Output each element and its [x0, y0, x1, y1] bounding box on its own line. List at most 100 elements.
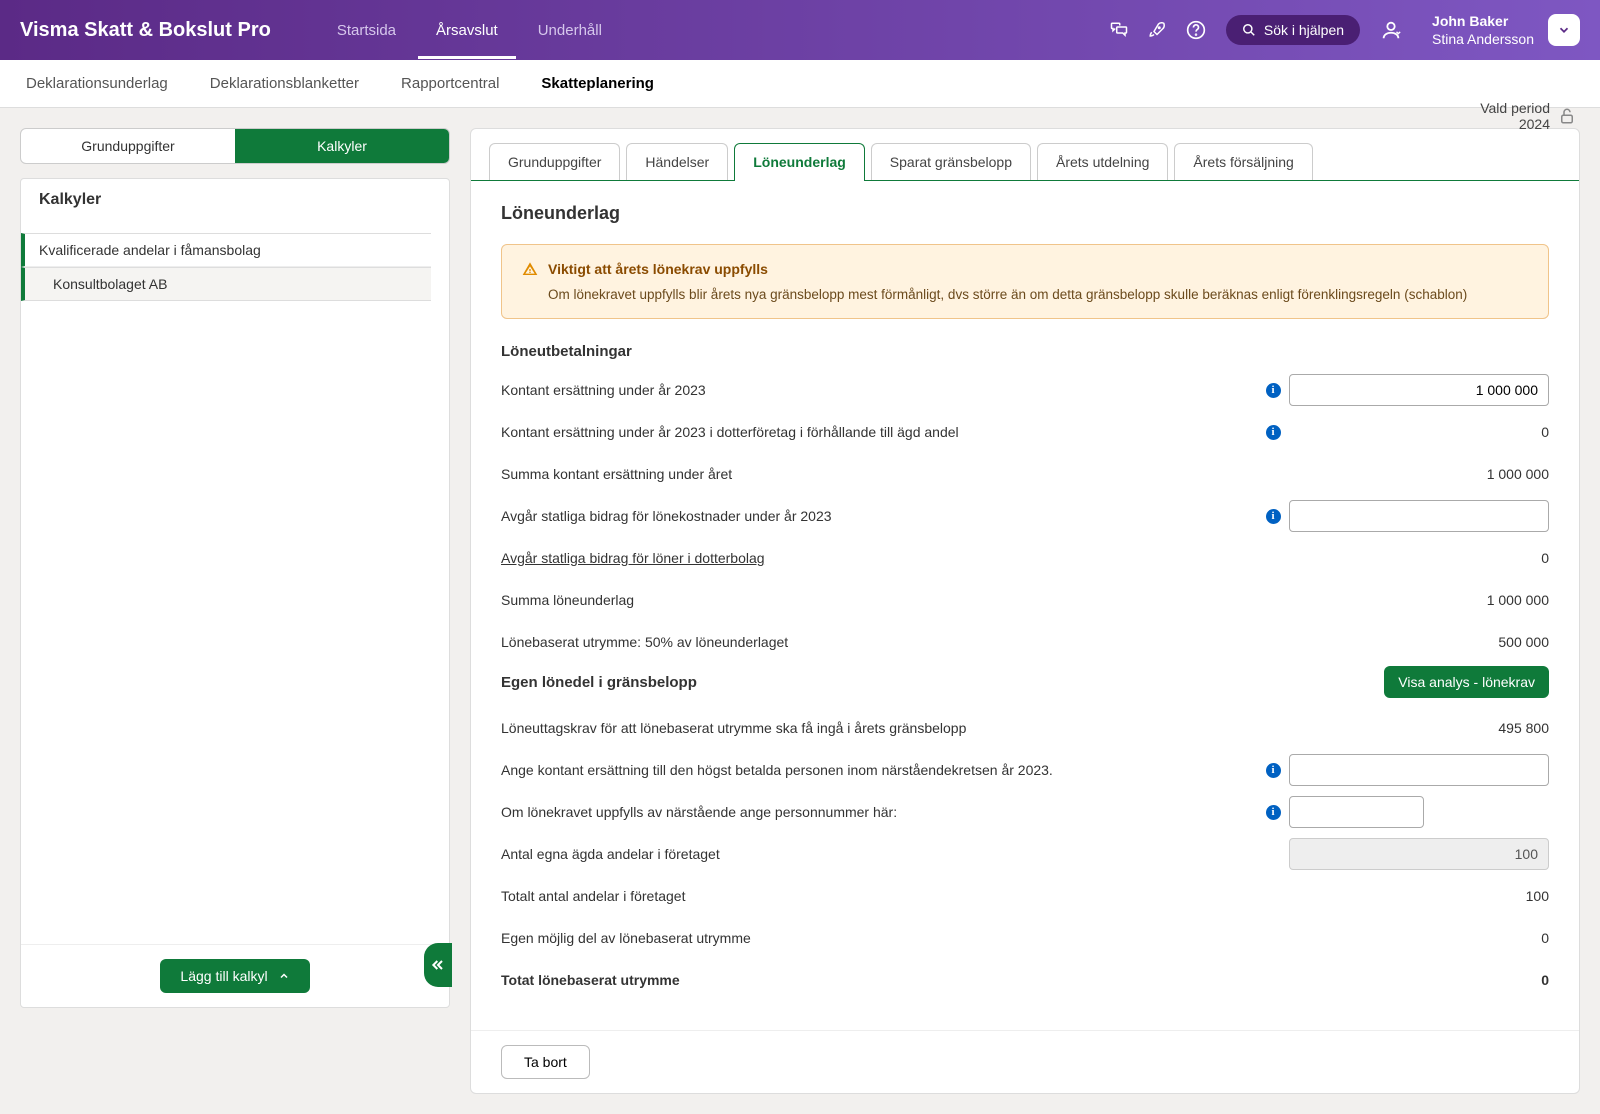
top-header: Visma Skatt & Bokslut Pro Startsida Årsa… [0, 0, 1600, 60]
section2-header: Egen lönedel i gränsbelopp Visa analys -… [501, 666, 1549, 698]
add-calc-button[interactable]: Lägg till kalkyl [160, 959, 309, 993]
remove-button[interactable]: Ta bort [501, 1045, 590, 1079]
add-calc-footer: Lägg till kalkyl [21, 944, 449, 1007]
brand-title: Visma Skatt & Bokslut Pro [20, 19, 271, 42]
row-label: Om lönekravet uppfylls av närstående ang… [501, 804, 1257, 820]
info-icon[interactable]: i [1266, 509, 1281, 524]
input-personnummer[interactable] [1289, 796, 1424, 828]
row-loneuttagskrav: Löneuttagskrav för att lönebaserat utrym… [501, 710, 1549, 746]
row-label: Löneuttagskrav för att lönebaserat utrym… [501, 720, 1257, 736]
row-value: 100 [1289, 888, 1549, 904]
add-calc-label: Lägg till kalkyl [180, 968, 267, 984]
info-icon[interactable]: i [1266, 425, 1281, 440]
search-help-button[interactable]: Sök i hjälpen [1226, 15, 1360, 45]
toggle-grunduppgifter[interactable]: Grunduppgifter [21, 129, 235, 163]
feedback-icon[interactable] [1110, 21, 1128, 39]
warning-icon [522, 261, 538, 277]
period-value: 2024 [1480, 116, 1550, 132]
row-label: Lönebaserat utrymme: 50% av löneunderlag… [501, 634, 1257, 650]
info-icon[interactable]: i [1266, 763, 1281, 778]
row-totat-lonebaserat: Totat lönebaserat utrymme 0 [501, 962, 1549, 998]
toggle-kalkyler[interactable]: Kalkyler [235, 129, 449, 163]
search-icon [1242, 23, 1256, 37]
alert-title-row: Viktigt att årets lönekrav uppfylls [522, 261, 1528, 277]
header-icons: Sök i hjälpen John Baker Stina Andersson [1110, 12, 1580, 48]
subnav-deklarationsunderlag[interactable]: Deklarationsunderlag [20, 60, 174, 107]
left-column: Grunduppgifter Kalkyler Kalkyler Kvalifi… [20, 128, 450, 1008]
subnav-rapportcentral[interactable]: Rapportcentral [395, 60, 505, 107]
remove-button-wrap: Ta bort [471, 1030, 1579, 1093]
sub-nav: Deklarationsunderlag Deklarationsblanket… [0, 60, 1600, 108]
row-label: Ange kontant ersättning till den högst b… [501, 762, 1257, 778]
user-names: John Baker Stina Andersson [1432, 12, 1534, 48]
info-icon[interactable]: i [1266, 805, 1281, 820]
row-value: 1 000 000 [1289, 592, 1549, 608]
primary-nav: Startsida Årsavslut Underhåll [319, 2, 620, 59]
search-help-label: Sök i hjälpen [1264, 22, 1344, 38]
row-label: Totalt antal andelar i företaget [501, 888, 1257, 904]
row-label: Egen möjlig del av lönebaserat utrymme [501, 930, 1257, 946]
row-value: 0 [1289, 972, 1549, 988]
subnav-deklarationsblanketter[interactable]: Deklarationsblanketter [204, 60, 365, 107]
chevron-down-icon [1557, 23, 1571, 37]
calc-sidebar: Kalkyler Kvalificerade andelar i fåmansb… [20, 178, 450, 1008]
user-secondary: Stina Andersson [1432, 30, 1534, 48]
tree-item-konsultbolaget[interactable]: Konsultbolaget AB [21, 267, 431, 301]
row-value: 1 000 000 [1289, 466, 1549, 482]
page-title: Löneunderlag [501, 203, 1549, 224]
nav-arsavslut[interactable]: Årsavslut [418, 2, 516, 59]
info-icon[interactable]: i [1266, 383, 1281, 398]
tab-loneunderlag[interactable]: Löneunderlag [734, 143, 865, 180]
row-label: Kontant ersättning under år 2023 i dotte… [501, 424, 1257, 440]
row-summa-loneunderlag: Summa löneunderlag 1 000 000 [501, 582, 1549, 618]
visa-analys-button[interactable]: Visa analys - lönekrav [1384, 666, 1549, 698]
row-value: 0 [1289, 550, 1549, 566]
input-avgar-bidrag[interactable] [1289, 500, 1549, 532]
user-menu-toggle[interactable] [1548, 14, 1580, 46]
alert-title: Viktigt att årets lönekrav uppfylls [548, 261, 768, 277]
unlock-icon[interactable] [1558, 107, 1576, 125]
row-egna-andelar: Antal egna ägda andelar i företaget [501, 836, 1549, 872]
collapse-sidebar-button[interactable] [424, 943, 452, 987]
row-label: Kontant ersättning under år 2023 [501, 382, 1257, 398]
subnav-skatteplanering[interactable]: Skatteplanering [535, 60, 660, 107]
row-label: Avgår statliga bidrag för lönekostnader … [501, 508, 1257, 524]
row-value: 500 000 [1289, 634, 1549, 650]
row-label: Totat lönebaserat utrymme [501, 972, 1257, 988]
row-avgar-bidrag: Avgår statliga bidrag för lönekostnader … [501, 498, 1549, 534]
main-layout: Grunduppgifter Kalkyler Kalkyler Kvalifi… [0, 108, 1600, 1114]
tab-sparat-gransbelopp[interactable]: Sparat gränsbelopp [871, 143, 1031, 180]
alert-body: Om lönekravet uppfylls blir årets nya gr… [548, 287, 1528, 302]
input-egna-andelar [1289, 838, 1549, 870]
row-value: 495 800 [1289, 720, 1549, 736]
nav-underhall[interactable]: Underhåll [520, 2, 620, 59]
input-ange-kontant[interactable] [1289, 754, 1549, 786]
nav-startsida[interactable]: Startsida [319, 2, 414, 59]
user-icon[interactable] [1380, 19, 1402, 41]
section2-title: Egen lönedel i gränsbelopp [501, 674, 697, 691]
row-value: 0 [1289, 930, 1549, 946]
row-label: Summa kontant ersättning under året [501, 466, 1257, 482]
row-summa-kontant: Summa kontant ersättning under året 1 00… [501, 456, 1549, 492]
rocket-icon[interactable] [1148, 21, 1166, 39]
input-kontant-2023[interactable] [1289, 374, 1549, 406]
user-primary: John Baker [1432, 12, 1534, 30]
chevron-left-double-icon [430, 957, 446, 973]
row-label: Antal egna ägda andelar i företaget [501, 846, 1257, 862]
user-block: John Baker Stina Andersson [1432, 12, 1580, 48]
tab-arets-utdelning[interactable]: Årets utdelning [1037, 143, 1168, 180]
tab-arets-forsaljning[interactable]: Årets försäljning [1174, 143, 1312, 180]
tab-grunduppgifter[interactable]: Grunduppgifter [489, 143, 620, 180]
content-panel: Grunduppgifter Händelser Löneunderlag Sp… [470, 128, 1580, 1094]
row-lonebaserat-50: Lönebaserat utrymme: 50% av löneunderlag… [501, 624, 1549, 660]
row-kontant-2023: Kontant ersättning under år 2023 i [501, 372, 1549, 408]
sidebar-title: Kalkyler [39, 191, 431, 219]
tree-item-kvalificerade[interactable]: Kvalificerade andelar i fåmansbolag [21, 233, 431, 267]
row-label-link[interactable]: Avgår statliga bidrag för löner i dotter… [501, 550, 1257, 566]
row-label: Summa löneunderlag [501, 592, 1257, 608]
tab-handelser[interactable]: Händelser [626, 143, 728, 180]
period-badge: Vald period 2024 [1480, 100, 1576, 132]
period-label: Vald period [1480, 100, 1550, 116]
tabs-row: Grunduppgifter Händelser Löneunderlag Sp… [471, 129, 1579, 181]
help-icon[interactable] [1186, 20, 1206, 40]
